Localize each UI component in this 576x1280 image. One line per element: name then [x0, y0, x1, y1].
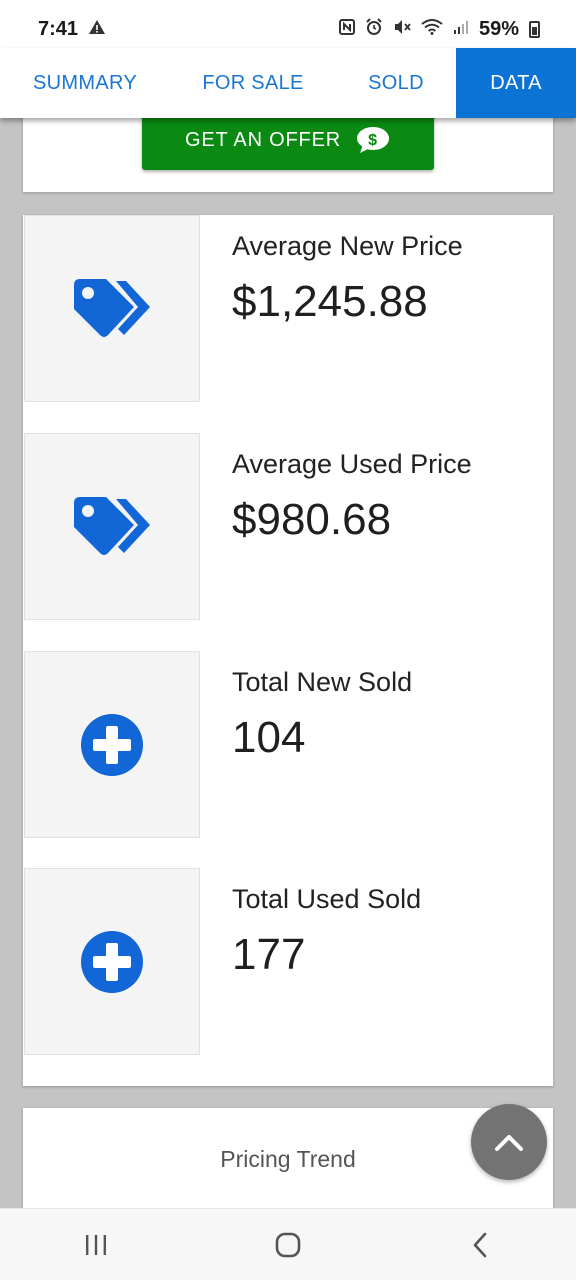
mute-icon [393, 19, 411, 40]
get-an-offer-button[interactable]: GET AN OFFER $ [142, 110, 434, 170]
tab-sold[interactable]: SOLD [336, 48, 456, 118]
stat-label: Total New Sold [232, 667, 413, 697]
stat-average-new-price: Average New Price $1,245.88 [23, 215, 553, 403]
back-icon [473, 1232, 487, 1257]
system-nav-bar [0, 1208, 576, 1280]
battery-icon [529, 20, 540, 38]
recent-apps-icon [86, 1234, 106, 1255]
tab-for-sale[interactable]: FOR SALE [170, 48, 336, 118]
stat-value: 104 [232, 713, 306, 762]
status-time: 7:41 [38, 17, 79, 40]
stat-average-used-price: Average Used Price $980.68 [23, 433, 553, 621]
chevron-up-icon [495, 1135, 523, 1151]
svg-text:$: $ [368, 132, 378, 149]
signal-icon [453, 19, 469, 40]
home-icon [275, 1232, 301, 1257]
stat-value: $980.68 [232, 495, 392, 544]
stats-card: Average New Price $1,245.88 Average Used… [23, 215, 553, 1086]
stat-value: $1,245.88 [232, 277, 428, 326]
stat-icon-box [24, 651, 200, 838]
tags-icon [74, 496, 150, 555]
stat-label: Total Used Sold [232, 884, 422, 914]
stat-icon-box [24, 868, 200, 1055]
nfc-icon [338, 18, 355, 40]
plus-circle-icon [81, 713, 143, 776]
recent-apps-button[interactable] [66, 1220, 126, 1270]
offer-button-label: GET AN OFFER [185, 128, 341, 151]
alarm-icon [365, 17, 383, 41]
stat-icon-box [24, 215, 200, 402]
warning-icon [88, 19, 106, 40]
tags-icon [74, 278, 150, 337]
tab-data[interactable]: DATA [456, 48, 576, 118]
tab-bar: SUMMARY FOR SALE SOLD DATA [0, 48, 576, 118]
chat-dollar-icon: $ [355, 125, 391, 155]
status-left: 7:41 [38, 18, 106, 41]
stat-total-used-sold: Total Used Sold 177 [23, 868, 553, 1056]
plus-circle-icon [81, 930, 143, 993]
stat-label: Average New Price [232, 231, 463, 261]
status-right: 59% [338, 17, 540, 41]
stat-icon-box [24, 433, 200, 620]
scroll-to-top-button[interactable] [471, 1104, 547, 1180]
tab-summary[interactable]: SUMMARY [0, 48, 170, 118]
stat-total-new-sold: Total New Sold 104 [23, 651, 553, 839]
battery-percent: 59% [478, 17, 519, 40]
screen: 7:41 59% SUMMARY FOR SALE SOLD DATA GET … [0, 0, 576, 1280]
wifi-icon [421, 18, 443, 40]
stat-value: 177 [232, 930, 306, 979]
stat-label: Average Used Price [232, 449, 472, 479]
home-button[interactable] [258, 1220, 318, 1270]
back-button[interactable] [450, 1220, 510, 1270]
